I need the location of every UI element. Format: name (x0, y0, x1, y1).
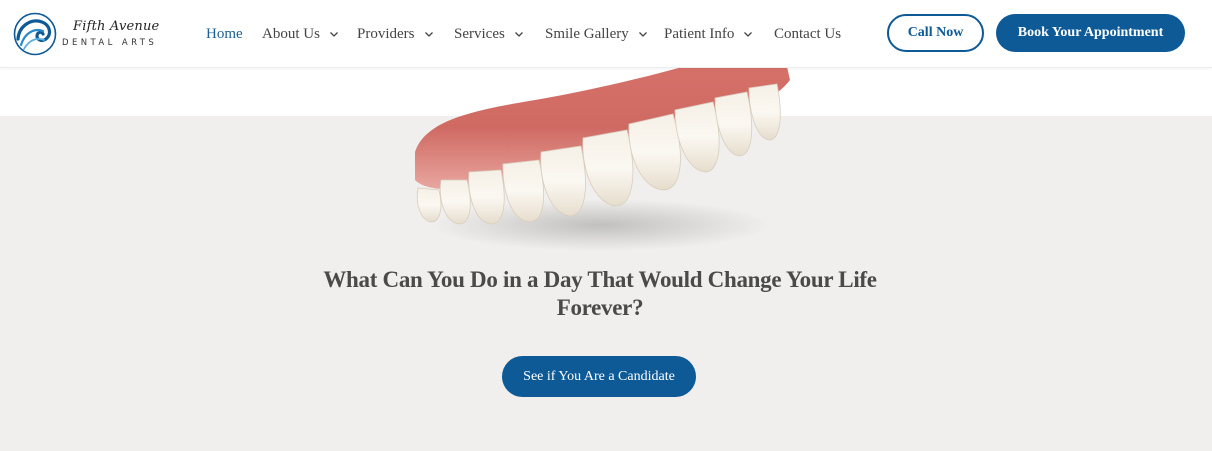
site-logo[interactable]: Fifth Avenue DENTAL ARTS (13, 12, 163, 56)
hero-headline: What Can You Do in a Day That Would Chan… (323, 267, 877, 320)
nav-item-label: Home (206, 25, 243, 42)
nav-item-providers[interactable]: Providers (357, 24, 434, 44)
chevron-down-icon (514, 32, 523, 37)
chevron-down-icon (744, 32, 753, 37)
chevron-down-icon (638, 32, 647, 37)
nav-item-patient-info[interactable]: Patient Info (664, 24, 753, 44)
brand-name: Fifth Avenue (73, 19, 160, 34)
nav-item-label: Providers (357, 25, 415, 42)
brand-subtitle: DENTAL ARTS (62, 38, 158, 48)
candidate-cta-button[interactable]: See if You Are a Candidate (502, 356, 696, 397)
site-header: Fifth Avenue DENTAL ARTS Home About Us P… (0, 0, 1212, 68)
nav-item-label: Patient Info (664, 25, 735, 42)
book-appointment-button[interactable]: Book Your Appointment (996, 14, 1185, 52)
nav-item-label: Contact Us (774, 25, 842, 42)
nav-item-smile-gallery[interactable]: Smile Gallery (545, 24, 648, 44)
nav-item-label: Services (454, 25, 505, 42)
nav-item-contact-us[interactable]: Contact Us (774, 24, 841, 44)
denture-arch-image (415, 40, 790, 251)
nav-item-about-us[interactable]: About Us (262, 24, 339, 44)
wave-logo-icon (13, 12, 57, 56)
nav-item-label: Smile Gallery (545, 25, 629, 42)
chevron-down-icon (329, 32, 338, 37)
nav-item-services[interactable]: Services (454, 24, 524, 44)
call-now-button[interactable]: Call Now (887, 14, 984, 52)
chevron-down-icon (424, 32, 433, 37)
nav-item-label: About Us (262, 25, 320, 42)
nav-item-home[interactable]: Home (206, 24, 243, 44)
